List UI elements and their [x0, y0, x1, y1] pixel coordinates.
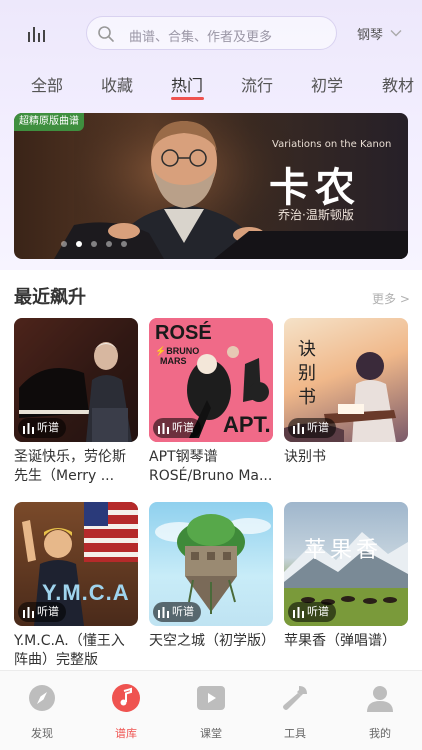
score-card[interactable]: 诀别书 听谱 诀别书	[284, 318, 408, 486]
nav-label: 谱库	[115, 727, 137, 740]
top-bar: 曲谱、合集、作者及更多 钢琴	[0, 16, 422, 52]
score-card[interactable]: 听谱 天空之城（初学版）	[149, 502, 273, 670]
tab-all[interactable]: 全部	[31, 72, 63, 96]
banner-badge: 超精原版曲谱	[14, 113, 84, 131]
carousel-dot[interactable]	[106, 241, 112, 247]
listen-label: 听谱	[37, 421, 59, 434]
nav-discover[interactable]: 发现	[12, 683, 72, 741]
card-art-text: ⚡BRUNO MARS	[155, 346, 200, 366]
tab-pop-music[interactable]: 流行	[241, 72, 273, 96]
tab-favorites[interactable]: 收藏	[101, 72, 133, 96]
card-title: 天空之城（初学版）	[149, 633, 273, 649]
equalizer-icon[interactable]	[26, 23, 48, 45]
more-link[interactable]: 更多 >	[372, 290, 410, 307]
carousel-dot-active[interactable]	[76, 241, 82, 247]
category-tabs: 全部 收藏 热门 流行 初学 教材	[0, 72, 422, 102]
listen-icon	[293, 606, 304, 618]
music-note-icon	[112, 684, 140, 712]
card-title: Y.M.C.A.（懂王入阵曲）完整版	[14, 633, 125, 668]
card-title: 圣诞快乐，劳伦斯先生（Merry ...	[14, 449, 126, 484]
listen-icon	[293, 422, 304, 434]
carousel-dot[interactable]	[61, 241, 67, 247]
score-card[interactable]: Y.M.C.A 听谱 Y.M.C.A.（懂王入阵曲）完整版	[14, 502, 138, 670]
listen-button[interactable]: 听谱	[288, 602, 336, 622]
card-thumbnail: 听谱	[14, 318, 138, 442]
carousel-dot[interactable]	[91, 241, 97, 247]
card-art-text: 苹果香	[304, 538, 383, 563]
active-tab-indicator	[171, 97, 204, 100]
listen-icon	[23, 422, 34, 434]
listen-label: 听谱	[172, 605, 194, 618]
listen-button[interactable]: 听谱	[18, 418, 66, 438]
listen-icon	[158, 422, 169, 434]
nav-classroom[interactable]: 课堂	[181, 683, 241, 741]
card-art-text: 诀别书	[298, 339, 316, 408]
play-icon	[197, 686, 225, 710]
nav-label: 工具	[284, 727, 306, 740]
search-icon	[98, 26, 114, 42]
tab-popular[interactable]: 热门	[171, 72, 203, 96]
listen-button[interactable]: 听谱	[153, 602, 201, 622]
bottom-nav: 发现 谱库 课堂 工具 我的	[0, 670, 422, 750]
card-thumbnail: ROSÉ ⚡BRUNO MARS APT. 听谱	[149, 318, 273, 442]
card-title: 苹果香（弹唱谱）	[284, 633, 396, 649]
banner-title: 卡农	[269, 164, 361, 211]
card-art-text: APT.	[223, 412, 271, 437]
score-card[interactable]: 苹果香 听谱 苹果香（弹唱谱）	[284, 502, 408, 670]
nav-tools[interactable]: 工具	[265, 683, 325, 741]
listen-button[interactable]: 听谱	[288, 418, 336, 438]
listen-icon	[158, 606, 169, 618]
nav-profile[interactable]: 我的	[350, 683, 410, 741]
nav-label: 我的	[369, 727, 391, 740]
nav-library[interactable]: 谱库	[96, 683, 156, 741]
card-thumbnail: 听谱	[149, 502, 273, 626]
listen-icon	[23, 606, 34, 618]
listen-label: 听谱	[307, 605, 329, 618]
card-thumbnail: 苹果香 听谱	[284, 502, 408, 626]
banner-subtitle: Variations on the Kanon	[272, 139, 392, 150]
user-icon	[367, 686, 393, 712]
featured-banner[interactable]: 超精原版曲谱 Variations on the Kanon 卡农 乔治·温斯顿…	[14, 113, 408, 259]
score-card[interactable]: ROSÉ ⚡BRUNO MARS APT. 听谱 APT钢琴谱ROSÉ/Brun…	[149, 318, 273, 486]
compass-icon	[29, 685, 55, 711]
search-placeholder: 曲谱、合集、作者及更多	[129, 30, 273, 45]
listen-label: 听谱	[307, 421, 329, 434]
chevron-down-icon[interactable]	[390, 27, 402, 39]
score-card[interactable]: 听谱 圣诞快乐，劳伦斯先生（Merry ...	[14, 318, 138, 486]
card-art-text: ROSÉ	[155, 322, 212, 344]
search-input[interactable]: 曲谱、合集、作者及更多	[86, 16, 337, 50]
card-thumbnail: 诀别书 听谱	[284, 318, 408, 442]
listen-button[interactable]: 听谱	[153, 418, 201, 438]
nav-label: 课堂	[200, 727, 222, 740]
instrument-selector[interactable]: 钢琴	[357, 24, 383, 43]
card-thumbnail: Y.M.C.A 听谱	[14, 502, 138, 626]
carousel-dot[interactable]	[121, 241, 127, 247]
banner-caption: 乔治·温斯顿版	[278, 208, 354, 222]
section-title: 最近飙升	[14, 287, 86, 308]
listen-label: 听谱	[37, 605, 59, 618]
nav-label: 发现	[31, 727, 53, 740]
card-title: APT钢琴谱ROSÉ/Bruno Ma...	[149, 449, 273, 484]
listen-label: 听谱	[172, 421, 194, 434]
tab-beginner[interactable]: 初学	[311, 72, 343, 96]
wrench-icon	[283, 686, 307, 710]
tab-textbook[interactable]: 教材	[382, 72, 414, 96]
card-title: 诀别书	[284, 449, 326, 465]
listen-button[interactable]: 听谱	[18, 602, 66, 622]
